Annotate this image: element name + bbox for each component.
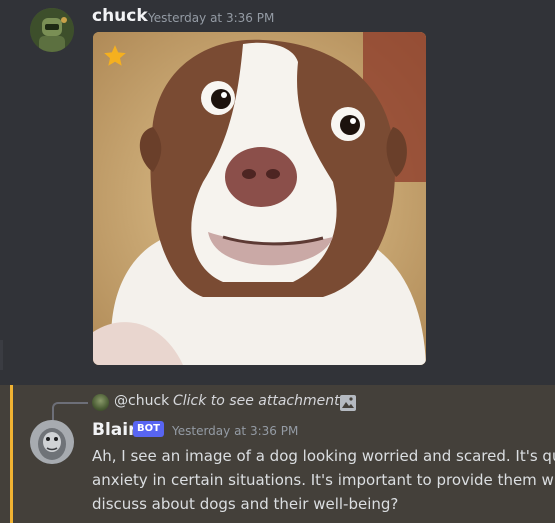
avatar[interactable]: [30, 420, 74, 464]
reply-spine: [52, 402, 88, 421]
avatar[interactable]: [30, 8, 74, 52]
message-timestamp: Yesterday at 3:36 PM: [172, 424, 299, 438]
scroll-marker: [0, 340, 3, 370]
message-line: discuss about dogs and their well-being?: [92, 495, 399, 513]
message-body: Ah, I see an image of a dog looking worr…: [92, 444, 555, 516]
reply-preview-text[interactable]: Click to see attachment: [173, 393, 340, 409]
mention-highlight-bar: [10, 385, 13, 523]
image-icon[interactable]: [339, 394, 357, 412]
message-timestamp: Yesterday at 3:36 PM: [148, 11, 275, 25]
gif-attachment[interactable]: [93, 32, 426, 365]
message-author[interactable]: chuck: [92, 6, 148, 26]
message-line: anxiety in certain situations. It's impo…: [92, 471, 555, 489]
bot-badge: BOT: [133, 421, 164, 437]
star-icon[interactable]: [102, 43, 128, 73]
reply-avatar[interactable]: [92, 394, 109, 411]
reply-username[interactable]: @chuck: [114, 393, 169, 409]
message-line: Ah, I see an image of a dog looking worr…: [92, 447, 555, 465]
message-author[interactable]: Blair: [92, 420, 136, 440]
